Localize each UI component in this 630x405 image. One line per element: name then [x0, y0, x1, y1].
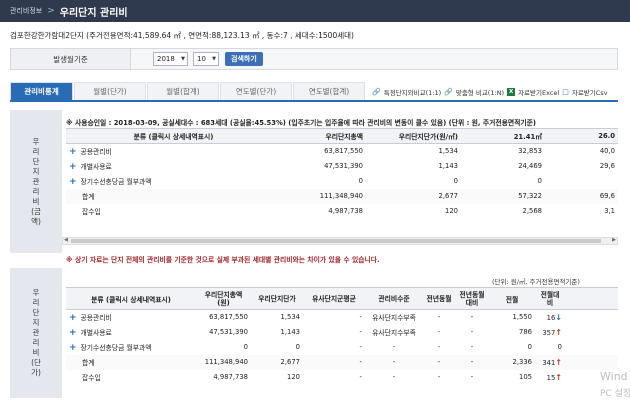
col-header-size1: 21.41㎡	[461, 128, 545, 144]
table-row[interactable]: + 공용관리비 63,817,550 1,534- 유사단지수부족 - -1,550 16…	[66, 310, 618, 325]
arrow-up-icon: ↑	[555, 327, 562, 337]
section1-notice: ※ 사용승인일 : 2018-03-09, 공실세대수 : 683세대 (공실율…	[66, 119, 536, 127]
col-header-unit: 우리단지단가	[251, 287, 303, 310]
expand-icon[interactable]: +	[69, 162, 77, 172]
section-label-amount: 우 리 단 지 관 리 비 (금 액)	[10, 110, 62, 253]
col-header-total: 우리단지총액	[281, 128, 366, 144]
activation-watermark-sub: PC 설정	[600, 389, 630, 399]
disclaimer-notice: ※ 상기 자료는 단지 전체의 관리비를 기준한 것으로 실제 부과된 세대별 …	[66, 256, 380, 264]
col-header-total: 우리단지총액(원)	[196, 287, 251, 310]
compare-link[interactable]: 특정단지와비교(1:1)	[384, 87, 441, 97]
horizontal-scrollbar[interactable]: ◀ ▶	[62, 237, 618, 245]
filter-bar: 발생월기준 2018 ▼ 10 ▼ 검색하기	[10, 48, 618, 70]
expand-icon[interactable]: +	[69, 313, 77, 323]
scroll-right-icon[interactable]: ▶	[612, 237, 616, 243]
col-header-category: 분류 (클릭시 상세내역표시)	[66, 128, 281, 144]
section-label-unit: 우 리 단 지 관 리 비 (단 가)	[10, 268, 62, 398]
custom-compare-link[interactable]: 맞춤형 비교(1:N)	[456, 87, 504, 97]
table-row: 잡수입 4,987,738 120- - - -105 15↑	[82, 372, 562, 383]
col-header-level: 관리비수준	[365, 287, 423, 310]
breadcrumb-root[interactable]: 관리비정보	[10, 6, 42, 16]
col-header-prev-month: 전월	[489, 287, 535, 310]
arrow-up-icon: ↑	[555, 357, 562, 367]
arrow-up-icon: ↑	[555, 372, 562, 382]
expand-icon[interactable]: +	[69, 147, 77, 157]
tab-monthly-total[interactable]: 월별(합계)	[147, 82, 219, 100]
filter-label: 발생월기준	[11, 49, 131, 69]
col-header-size2: 26.0	[545, 128, 618, 144]
col-header-unit: 우리단지단가(원/㎡)	[366, 128, 461, 144]
table-row[interactable]: + 장기수선충당금 월부과액 000	[66, 174, 618, 189]
col-header-prev-year-diff: 전년동월대비	[455, 287, 489, 310]
year-select[interactable]: 2018 ▼	[153, 52, 188, 66]
excel-icon: X	[507, 87, 516, 96]
tab-stats[interactable]: 관리비통계	[10, 82, 73, 100]
unit-table: 분류 (클릭시 상세내역표시) 우리단지총액(원) 우리단지단가 유사단지군평균…	[66, 287, 618, 385]
table-row[interactable]: + 장기수선충당금 월부과액 00----0 0	[66, 340, 618, 355]
top-bar: 관리비정보 > 우리단지 관리비	[0, 0, 630, 22]
tab-links: 🔗 특정단지와비교(1:1) 🔗 맞춤형 비교(1:N) X 자료받기Excel…	[372, 83, 608, 100]
table-row: 합계 111,348,940 2,677 57,322 69,6	[66, 188, 618, 204]
tab-yearly-unit[interactable]: 연도별(단가)	[220, 82, 292, 100]
table-row[interactable]: + 개별사용료 47,531,390 1,143- 유사단지수부족 - -786 357↑	[66, 325, 618, 340]
amount-table: 분류 (클릭시 상세내역표시) 우리단지총액 우리단지단가(원/㎡) 21.41…	[66, 128, 618, 219]
activation-watermark: Wind	[600, 370, 628, 383]
expand-icon[interactable]: +	[69, 328, 77, 338]
link-icon: 🔗	[444, 87, 453, 96]
col-header-category: 분류 (클릭시 상세내역표시)	[66, 287, 196, 310]
col-header-prev-month-diff: 전월대비	[535, 287, 565, 310]
scroll-left-icon[interactable]: ◀	[64, 237, 68, 243]
chevron-down-icon: ▼	[181, 56, 185, 62]
col-header-prev-year: 전년동월	[423, 287, 455, 310]
table-row[interactable]: + 개별사용료 47,531,390 1,143 24,469 29,6	[66, 159, 618, 174]
table-row[interactable]: + 공용관리비 63,817,550 1,534 32,853 40,0	[66, 144, 618, 159]
expand-icon[interactable]: +	[69, 177, 77, 187]
search-button[interactable]: 검색하기	[225, 52, 263, 66]
table-row: 합계 111,348,940 2,677- - - -2,336 341↑	[66, 354, 618, 370]
unit-note: (단위: 원/㎡, 주거전용면적기준)	[492, 278, 580, 286]
excel-download-link[interactable]: 자료받기Excel	[518, 87, 559, 97]
chevron-down-icon: ▼	[212, 56, 216, 62]
page-title: 우리단지 관리비	[59, 7, 128, 19]
tab-yearly-total[interactable]: 연도별(합계)	[293, 82, 365, 100]
scroll-thumb[interactable]	[71, 239, 601, 243]
csv-download-link[interactable]: 자료받기Csv	[572, 87, 608, 97]
csv-icon: □	[562, 87, 569, 96]
expand-icon[interactable]: +	[69, 343, 77, 353]
tab-monthly-unit[interactable]: 월별(단가)	[74, 82, 146, 100]
month-select[interactable]: 10 ▼	[193, 52, 219, 66]
arrow-down-icon: ↓	[555, 312, 562, 322]
col-header-avg: 유사단지군평균	[303, 287, 365, 310]
complex-info: 검포한강한가람대2단지 (주거전용면적:41,589.64 ㎡ , 연면적:88…	[10, 31, 354, 40]
link-icon: 🔗	[372, 87, 381, 96]
table-row: 잡수입 4,987,738 120 2,568 3,1	[82, 207, 615, 216]
breadcrumb-separator: >	[47, 6, 55, 16]
